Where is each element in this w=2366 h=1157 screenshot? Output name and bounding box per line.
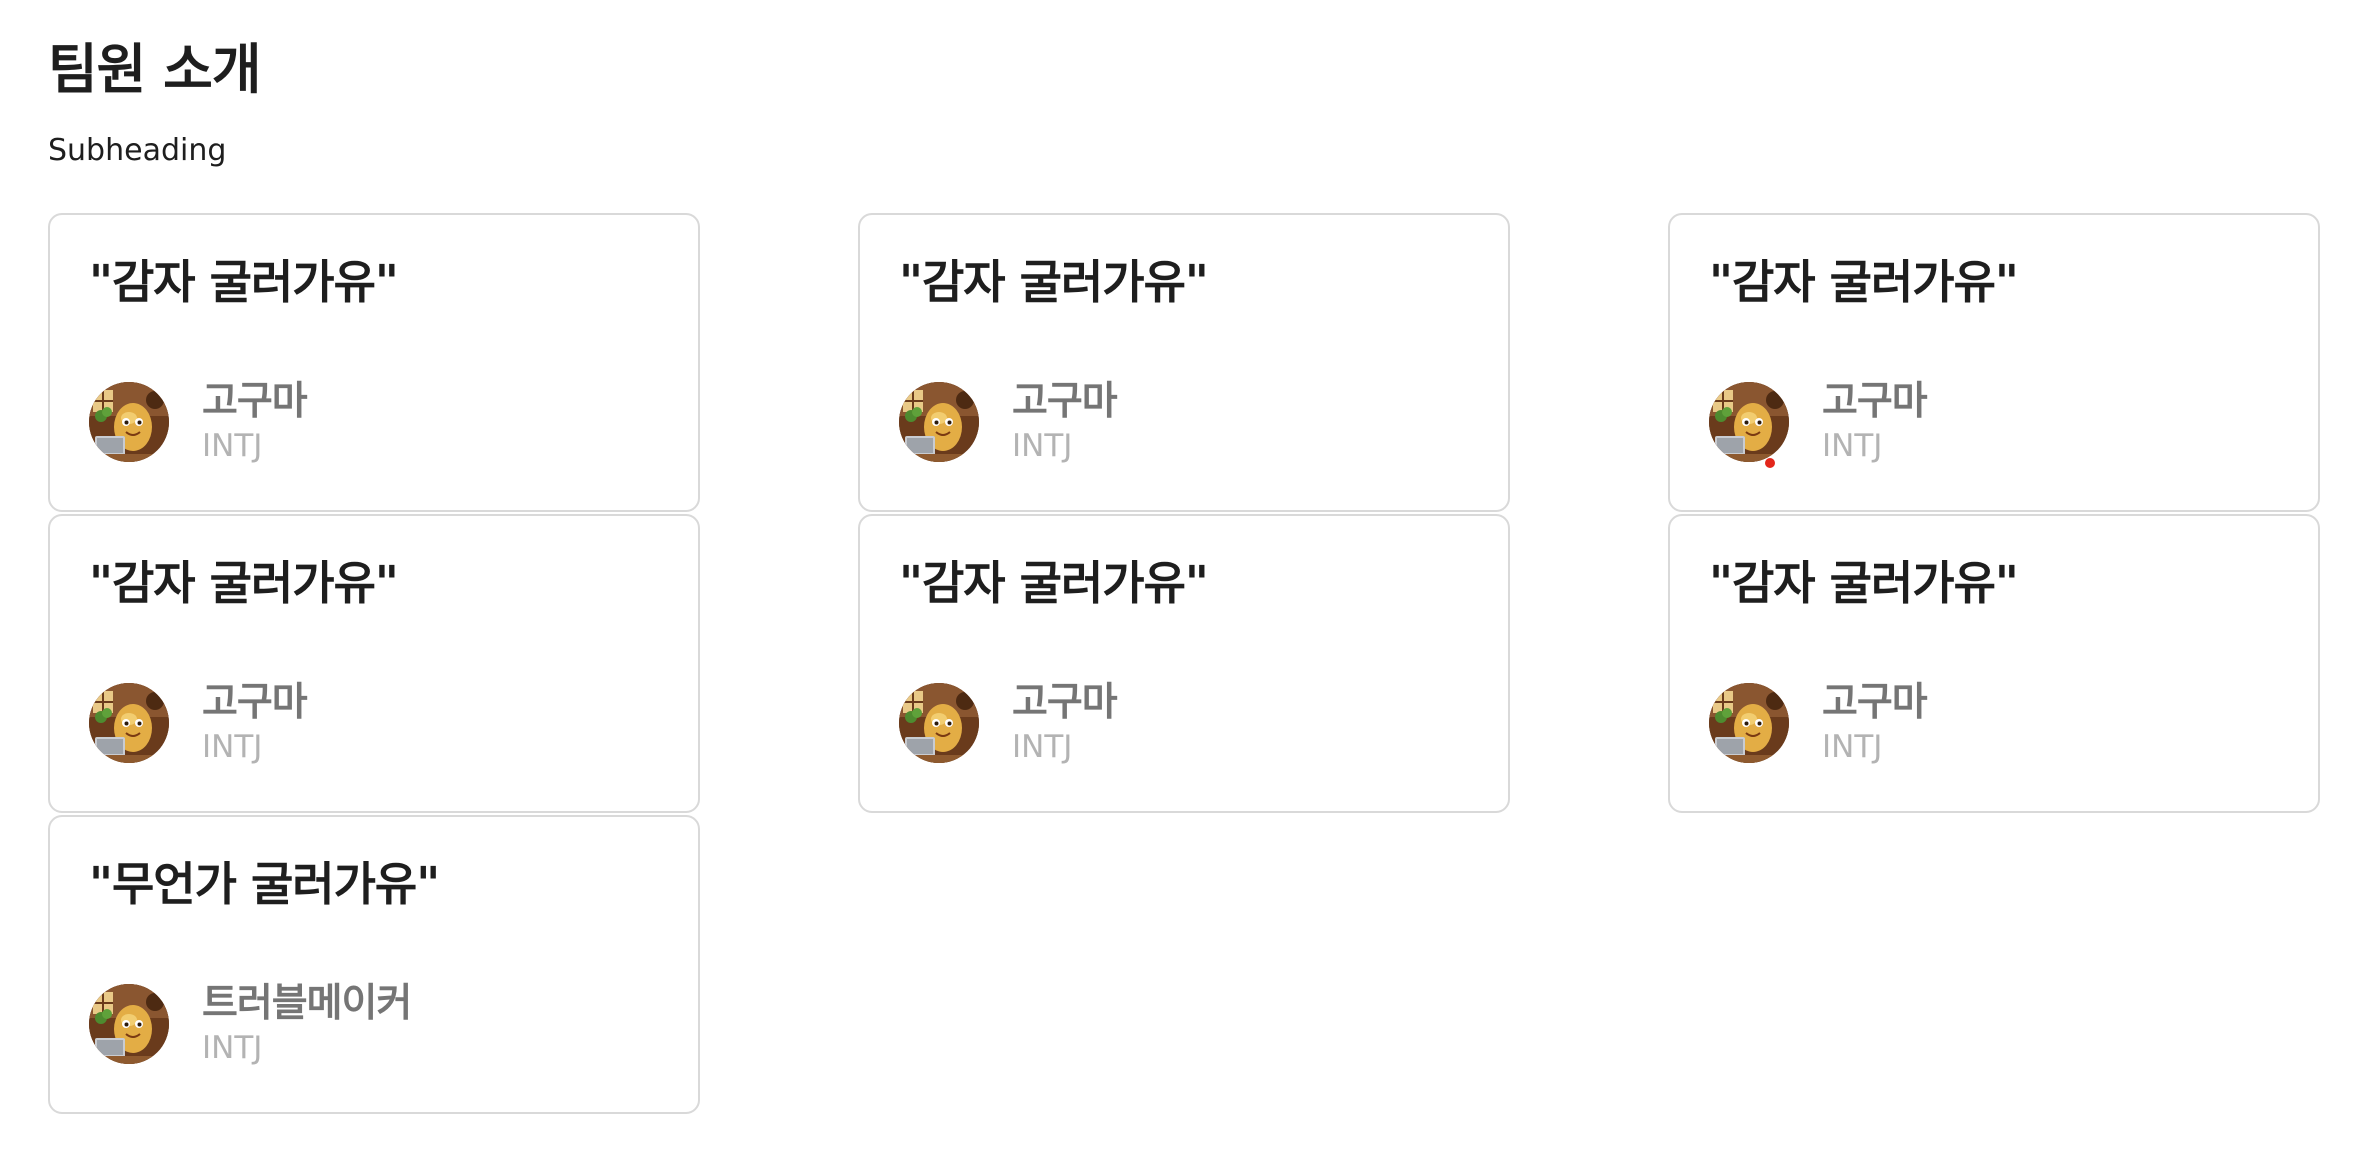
member-author-text: 고구마 INTJ — [1822, 680, 1928, 766]
member-quote: "감자 굴러가유" — [89, 255, 399, 309]
member-quote: "감자 굴러가유" — [1709, 255, 2019, 309]
potato-avatar-icon — [89, 983, 169, 1064]
potato-avatar-icon — [899, 682, 979, 763]
member-name: 고구마 — [1822, 379, 1928, 424]
member-author: 고구마 INTJ — [89, 379, 308, 465]
member-author-text: 고구마 INTJ — [1822, 379, 1928, 465]
member-mbti: INTJ — [202, 427, 263, 464]
potato-avatar-icon — [1709, 381, 1789, 462]
member-quote: "무언가 굴러가유" — [89, 857, 440, 911]
member-mbti: INTJ — [1012, 728, 1073, 765]
member-name: 고구마 — [202, 379, 308, 424]
member-author: 고구마 INTJ — [1709, 379, 1928, 465]
member-author: 트러블메이커 INTJ — [89, 981, 412, 1067]
member-author: 고구마 INTJ — [1709, 680, 1928, 766]
member-author-text: 고구마 INTJ — [202, 379, 308, 465]
member-name: 고구마 — [1012, 680, 1118, 725]
member-card[interactable]: "감자 굴러가유" 고구마 INTJ — [48, 514, 700, 813]
member-card[interactable]: "감자 굴러가유" 고구마 INTJ — [48, 213, 700, 512]
member-author: 고구마 INTJ — [899, 680, 1118, 766]
status-dot-icon — [1765, 458, 1775, 468]
page-title: 팀원 소개 — [48, 38, 262, 101]
member-mbti: INTJ — [1822, 728, 1883, 765]
member-card[interactable]: "감자 굴러가유" 고구마 INTJ — [858, 213, 1510, 512]
member-quote: "감자 굴러가유" — [899, 255, 1209, 309]
member-name: 고구마 — [1822, 680, 1928, 725]
member-card[interactable]: "감자 굴러가유" 고구마 INTJ — [858, 514, 1510, 813]
potato-avatar-icon — [1709, 682, 1789, 763]
member-mbti: INTJ — [1822, 427, 1883, 464]
member-quote: "감자 굴러가유" — [1709, 556, 2019, 610]
potato-avatar-icon — [89, 381, 169, 462]
member-card[interactable]: "감자 굴러가유" 고구마 INTJ — [1668, 514, 2320, 813]
member-name: 트러블메이커 — [202, 981, 412, 1026]
member-card[interactable]: "감자 굴러가유" 고구마 INTJ — [1668, 213, 2320, 512]
member-mbti: INTJ — [202, 728, 263, 765]
member-card-grid: "감자 굴러가유" 고구마 INTJ "감자 굴러가유" 고구마 INTJ "감… — [48, 213, 2320, 1114]
member-name: 고구마 — [202, 680, 308, 725]
potato-avatar-icon — [899, 381, 979, 462]
member-author-text: 고구마 INTJ — [1012, 680, 1118, 766]
member-author-text: 고구마 INTJ — [202, 680, 308, 766]
member-card[interactable]: "무언가 굴러가유" 트러블메이커 INTJ — [48, 815, 700, 1114]
page-subheading: Subheading — [48, 133, 227, 168]
member-quote: "감자 굴러가유" — [89, 556, 399, 610]
member-mbti: INTJ — [202, 1029, 263, 1066]
member-author-text: 트러블메이커 INTJ — [202, 981, 412, 1067]
member-author-text: 고구마 INTJ — [1012, 379, 1118, 465]
member-mbti: INTJ — [1012, 427, 1073, 464]
member-author: 고구마 INTJ — [89, 680, 308, 766]
member-name: 고구마 — [1012, 379, 1118, 424]
member-quote: "감자 굴러가유" — [899, 556, 1209, 610]
member-author: 고구마 INTJ — [899, 379, 1118, 465]
potato-avatar-icon — [89, 682, 169, 763]
